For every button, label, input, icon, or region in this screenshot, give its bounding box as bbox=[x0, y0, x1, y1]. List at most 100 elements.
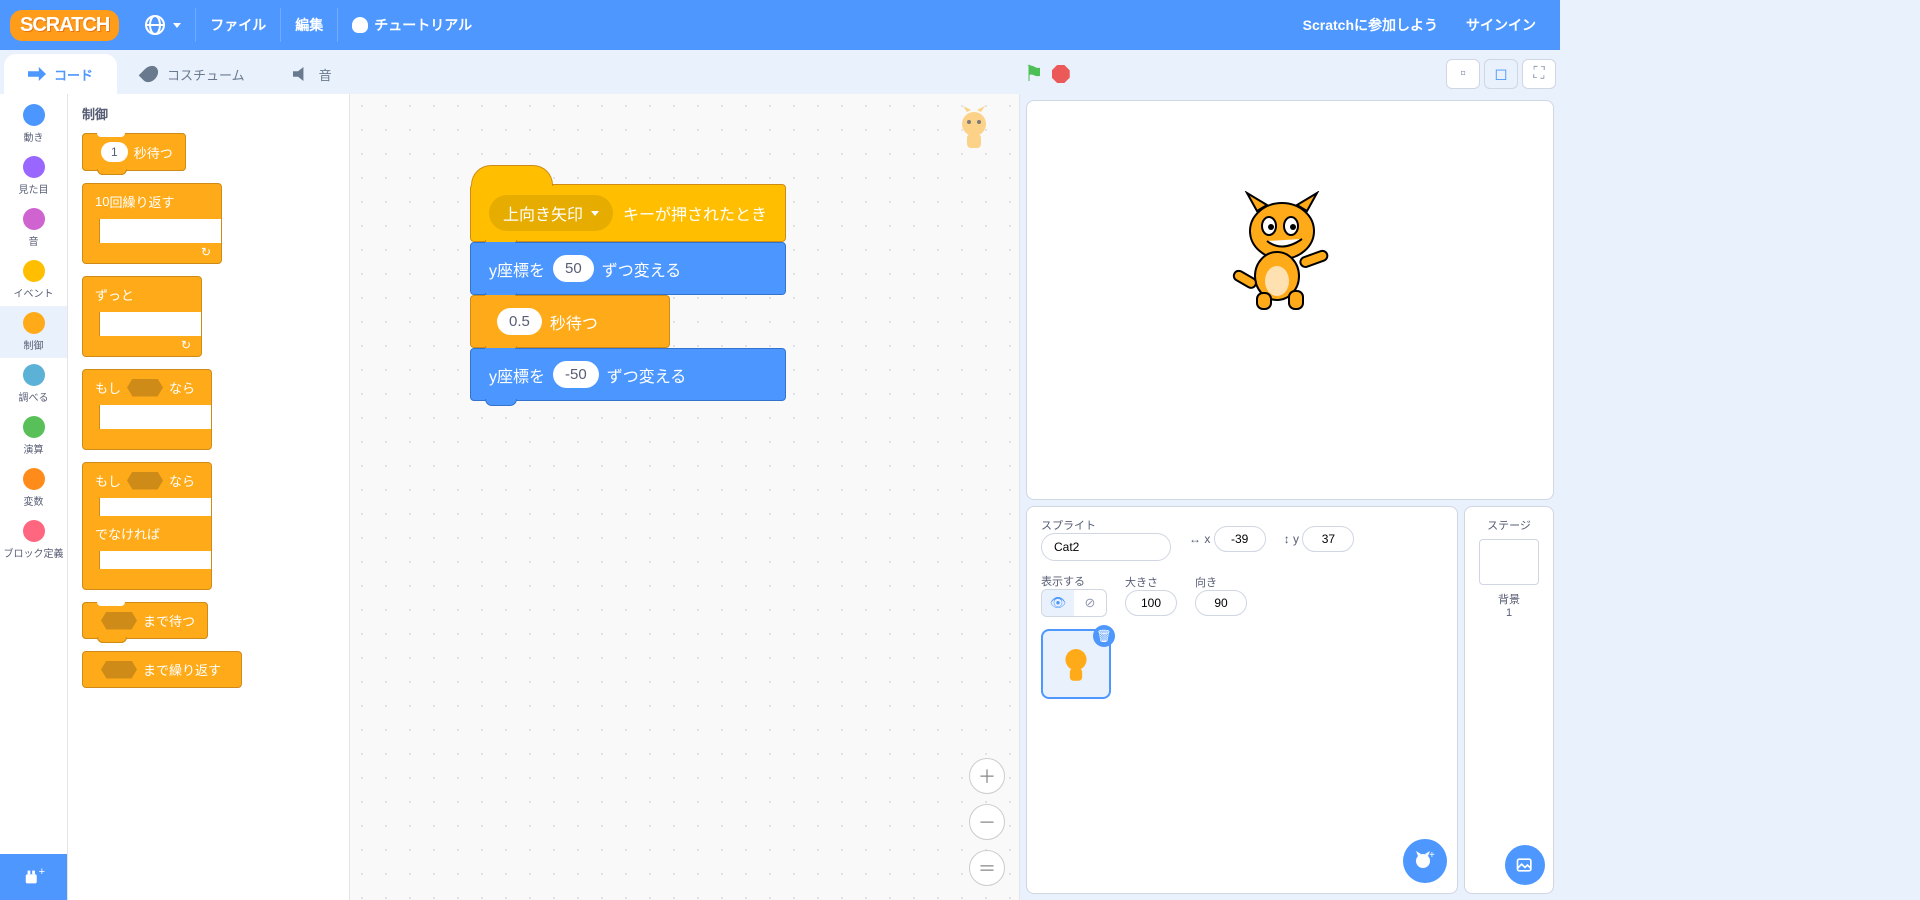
category-label: ブロック定義 bbox=[0, 545, 67, 560]
direction-label: 向き bbox=[1195, 577, 1217, 589]
block-if[interactable]: もしなら bbox=[82, 369, 212, 450]
loop-arrow-icon: ↻ bbox=[201, 245, 211, 259]
show-label: 表示する bbox=[1041, 576, 1085, 588]
category-dot bbox=[23, 208, 45, 230]
tab-code[interactable]: コード bbox=[4, 54, 117, 94]
small-stage-button[interactable]: ▫ bbox=[1446, 59, 1480, 89]
category-dot bbox=[23, 520, 45, 542]
zoom-out-button[interactable]: － bbox=[969, 804, 1005, 840]
visibility-toggle: 👁 ⊘ bbox=[1041, 589, 1107, 617]
zoom-in-button[interactable]: ＋ bbox=[969, 758, 1005, 794]
size-label: 大きさ bbox=[1125, 577, 1158, 589]
hide-button[interactable]: ⊘ bbox=[1074, 590, 1106, 616]
hex-slot[interactable] bbox=[127, 379, 163, 397]
main: 動き見た目音イベント制御調べる演算変数ブロック定義 + 制御 1秒待つ 10回繰… bbox=[0, 94, 1560, 900]
value-input[interactable]: 0.5 bbox=[497, 308, 542, 335]
brush-icon bbox=[139, 63, 162, 86]
value-input[interactable]: 50 bbox=[553, 255, 594, 282]
category-音[interactable]: 音 bbox=[0, 202, 67, 254]
block-wait[interactable]: 1秒待つ bbox=[82, 133, 186, 171]
block-change-y[interactable]: y座標を50ずつ変える bbox=[470, 242, 786, 295]
language-menu[interactable] bbox=[131, 0, 195, 50]
svg-text:+: + bbox=[38, 866, 44, 878]
category-ブロック定義[interactable]: ブロック定義 bbox=[0, 514, 67, 566]
category-イベント[interactable]: イベント bbox=[0, 254, 67, 306]
value-input[interactable]: -50 bbox=[553, 361, 599, 388]
category-動き[interactable]: 動き bbox=[0, 98, 67, 150]
chevron-down-icon bbox=[173, 23, 181, 28]
cat-plus-icon: + bbox=[1413, 849, 1437, 873]
stage-thumbnail[interactable] bbox=[1479, 539, 1539, 585]
loop-arrow-icon: ↻ bbox=[181, 338, 191, 352]
category-dot bbox=[23, 260, 45, 282]
join-button[interactable]: Scratchに参加しよう bbox=[1289, 0, 1452, 50]
add-extension-button[interactable]: + bbox=[0, 854, 67, 900]
block-forever[interactable]: ずっと↻ bbox=[82, 276, 202, 357]
stage[interactable] bbox=[1026, 100, 1554, 500]
backdrop-count: 1 bbox=[1471, 607, 1547, 619]
block-wait-seconds[interactable]: 0.5秒待つ bbox=[470, 295, 670, 348]
green-flag-button[interactable]: ⚑ bbox=[1024, 61, 1044, 87]
tab-sounds[interactable]: 音 bbox=[269, 54, 356, 94]
zoom-controls: ＋ － ＝ bbox=[969, 758, 1005, 886]
show-button[interactable]: 👁 bbox=[1042, 590, 1074, 616]
add-backdrop-button[interactable] bbox=[1505, 845, 1545, 885]
hex-slot[interactable] bbox=[101, 661, 137, 679]
tab-row: コード コスチューム 音 ⚑ ▫ ◻ ⛶ bbox=[0, 50, 1560, 94]
block-palette: 制御 1秒待つ 10回繰り返す↻ ずっと↻ もしなら もしならでなければ まで待… bbox=[68, 94, 350, 900]
category-dot bbox=[23, 156, 45, 178]
globe-icon bbox=[145, 15, 165, 35]
stage-selector[interactable]: ステージ 背景 1 bbox=[1464, 506, 1554, 894]
tab-costumes[interactable]: コスチューム bbox=[117, 54, 269, 94]
hex-slot[interactable] bbox=[101, 612, 137, 630]
category-調べる[interactable]: 調べる bbox=[0, 358, 67, 410]
category-変数[interactable]: 変数 bbox=[0, 462, 67, 514]
script-stack[interactable]: 上向き矢印 キーが押されたとき y座標を50ずつ変える 0.5秒待つ y座標を-… bbox=[470, 184, 786, 401]
sprite-on-stage[interactable] bbox=[1227, 191, 1337, 311]
repeat-value-input[interactable]: 10 bbox=[95, 194, 109, 209]
size-input[interactable] bbox=[1125, 590, 1177, 616]
left-pane: 動き見た目音イベント制御調べる演算変数ブロック定義 + 制御 1秒待つ 10回繰… bbox=[0, 94, 1020, 900]
category-演算[interactable]: 演算 bbox=[0, 410, 67, 462]
stop-button[interactable] bbox=[1052, 65, 1070, 83]
category-label: イベント bbox=[0, 285, 67, 300]
delete-sprite-button[interactable]: 🗑 bbox=[1093, 625, 1115, 647]
menubar: SCRATCH ファイル 編集 チュートリアル Scratchに参加しよう サイ… bbox=[0, 0, 1560, 50]
add-sprite-button[interactable]: + bbox=[1403, 839, 1447, 883]
block-when-key-pressed[interactable]: 上向き矢印 キーが押されたとき bbox=[470, 184, 786, 242]
category-見た目[interactable]: 見た目 bbox=[0, 150, 67, 202]
block-repeat[interactable]: 10回繰り返す↻ bbox=[82, 183, 222, 264]
workspace[interactable]: 上向き矢印 キーが押されたとき y座標を50ずつ変える 0.5秒待つ y座標を-… bbox=[350, 94, 1020, 900]
sprite-name-label: スプライト bbox=[1041, 520, 1096, 532]
sprite-info: スプライト ↔ x ↕ y 表示する 👁 ⊘ 大きさ 向き bbox=[1026, 506, 1458, 894]
file-menu[interactable]: ファイル bbox=[196, 0, 280, 50]
signin-button[interactable]: サインイン bbox=[1452, 0, 1550, 50]
sprite-panel: スプライト ↔ x ↕ y 表示する 👁 ⊘ 大きさ 向き bbox=[1026, 506, 1554, 894]
category-label: 制御 bbox=[0, 337, 67, 352]
x-input[interactable] bbox=[1214, 526, 1266, 552]
block-repeat-until[interactable]: まで繰り返す bbox=[82, 651, 242, 688]
zoom-reset-button[interactable]: ＝ bbox=[969, 850, 1005, 886]
block-wait-until[interactable]: まで待つ bbox=[82, 602, 208, 639]
stage-header: ⚑ ▫ ◻ ⛶ bbox=[1020, 54, 1560, 94]
fullscreen-button[interactable]: ⛶ bbox=[1522, 59, 1556, 89]
direction-input[interactable] bbox=[1195, 590, 1247, 616]
block-if-else[interactable]: もしならでなければ bbox=[82, 462, 212, 590]
key-dropdown[interactable]: 上向き矢印 bbox=[489, 195, 613, 231]
backdrop-label: 背景 bbox=[1471, 591, 1547, 607]
category-制御[interactable]: 制御 bbox=[0, 306, 67, 358]
block-change-y-2[interactable]: y座標を-50ずつ変える bbox=[470, 348, 786, 401]
tutorials-button[interactable]: チュートリアル bbox=[338, 0, 486, 50]
category-dot bbox=[23, 416, 45, 438]
large-stage-button[interactable]: ◻ bbox=[1484, 59, 1518, 89]
sprite-thumbnail[interactable]: 🗑 bbox=[1041, 629, 1111, 699]
y-input[interactable] bbox=[1302, 526, 1354, 552]
sprite-name-input[interactable] bbox=[1041, 533, 1171, 561]
hex-slot[interactable] bbox=[127, 472, 163, 490]
category-label: 演算 bbox=[0, 441, 67, 456]
picture-plus-icon bbox=[1515, 855, 1535, 875]
scratch-logo[interactable]: SCRATCH bbox=[10, 10, 119, 41]
wait-value-input[interactable]: 1 bbox=[101, 142, 128, 162]
edit-menu[interactable]: 編集 bbox=[281, 0, 337, 50]
sound-icon bbox=[293, 67, 311, 81]
